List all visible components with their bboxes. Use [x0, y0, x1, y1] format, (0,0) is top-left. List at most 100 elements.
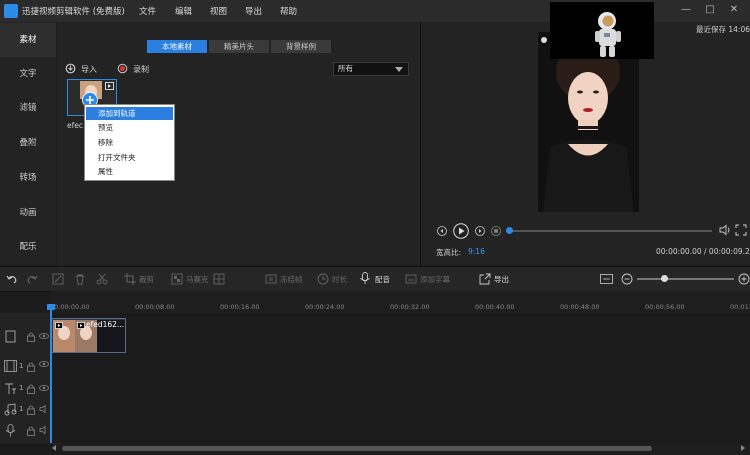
tab-music[interactable]: 配乐 [0, 230, 56, 264]
tab-media[interactable]: 素材 [0, 23, 56, 57]
playback-time: 00:00:00.00 / 00:00:09.26 [656, 247, 750, 256]
current-time: 00:00:00.00 [656, 247, 702, 256]
menu-item-add-to-track[interactable]: 添加到轨道 [86, 107, 173, 120]
mosaic-icon[interactable] [171, 273, 183, 285]
ruler-tick-label: 00:00:56.00 [645, 303, 685, 311]
filter-select[interactable]: 所有 [333, 62, 409, 76]
tab-filter[interactable]: 滤镜 [0, 91, 56, 125]
main-video-track[interactable] [50, 313, 750, 356]
add-subtitle-button[interactable]: 添加字幕 [420, 274, 450, 285]
ruler-tick-label: 00:01:0 [730, 303, 750, 311]
menu-export[interactable]: 导出 [245, 5, 262, 17]
lock-icon[interactable] [26, 361, 36, 372]
menu-item-preview[interactable]: 预览 [86, 121, 173, 134]
filter-select-value: 所有 [338, 64, 353, 73]
scroll-left-icon[interactable] [52, 445, 56, 451]
duration-button[interactable]: 时长 [332, 274, 347, 285]
import-button[interactable]: 导入 [65, 63, 105, 75]
zoom-slider-track[interactable] [637, 278, 734, 280]
zoom-out-icon[interactable] [621, 273, 633, 285]
redo-icon[interactable] [26, 273, 38, 285]
lock-icon[interactable] [26, 383, 36, 394]
export-icon[interactable] [479, 273, 491, 285]
freeze-frame-button[interactable]: 冻结帧 [280, 274, 303, 285]
timeline-scrollbar[interactable] [60, 443, 750, 455]
app-logo-icon [4, 4, 18, 18]
dub-button[interactable]: 配音 [375, 274, 390, 285]
tab-text[interactable]: 文字 [0, 57, 56, 91]
media-clip-name: efec [67, 121, 83, 130]
microphone-icon[interactable] [359, 272, 371, 285]
lock-icon[interactable] [26, 404, 36, 415]
playback-progress-track[interactable] [507, 230, 712, 232]
zoom-slider-handle[interactable] [661, 275, 668, 282]
record-label: 录制 [133, 65, 149, 74]
subtitle-icon[interactable] [405, 273, 417, 285]
timeline-ruler[interactable]: 00:00:00.00 00:00:08.00 00:00:16.00 00:0… [50, 291, 750, 313]
music-track[interactable] [50, 398, 750, 420]
menu-view[interactable]: 视图 [210, 5, 227, 17]
playback-progress-handle[interactable] [506, 227, 513, 234]
duration-clock-icon[interactable] [317, 273, 329, 285]
eye-icon[interactable] [39, 331, 49, 341]
export-button[interactable]: 导出 [494, 274, 509, 285]
tab-transition[interactable]: 转场 [0, 161, 56, 195]
record-button[interactable]: 录制 [117, 63, 157, 75]
volume-icon[interactable] [719, 224, 731, 236]
ruler-tick-label: 00:00:16.00 [220, 303, 260, 311]
timeline-scrollbar-thumb[interactable] [62, 446, 652, 451]
play-button[interactable] [453, 223, 469, 239]
mute-speaker-icon[interactable] [39, 404, 49, 414]
menu-help[interactable]: 帮助 [280, 5, 297, 17]
lock-icon[interactable] [26, 425, 36, 436]
subtab-backgrounds[interactable]: 背景样例 [271, 40, 331, 53]
text-track[interactable] [50, 377, 750, 399]
eye-icon[interactable] [39, 383, 49, 393]
undo-icon[interactable] [6, 273, 18, 285]
eye-icon[interactable] [39, 359, 49, 369]
video-badge-icon [77, 322, 85, 329]
total-time: 00:00:09.26 [708, 247, 750, 256]
video-overlay-track[interactable] [50, 355, 750, 378]
menu-edit[interactable]: 编辑 [175, 5, 192, 17]
timeline-clip-label: efed162... [86, 320, 125, 329]
timeline-video-clip[interactable]: efed162... [51, 318, 126, 353]
tab-overlay[interactable]: 叠附 [0, 126, 56, 160]
stop-icon[interactable] [491, 226, 501, 236]
scroll-right-icon[interactable] [741, 445, 745, 451]
tab-animation[interactable]: 动画 [0, 196, 56, 230]
mute-speaker-icon[interactable] [39, 425, 49, 435]
next-frame-icon[interactable] [475, 226, 485, 236]
ruler-tick-label: 00:00:24.00 [305, 303, 345, 311]
menu-item-open-folder[interactable]: 打开文件夹 [86, 151, 173, 164]
crop-icon[interactable] [124, 273, 136, 285]
minimize-icon[interactable]: — [679, 3, 693, 17]
playhead[interactable] [50, 306, 52, 443]
fullscreen-icon[interactable] [735, 224, 747, 236]
aspect-ratio-label: 宽高比: [436, 248, 462, 257]
split-icon[interactable] [96, 273, 108, 285]
subtab-intros[interactable]: 精美片头 [209, 40, 269, 53]
mosaic-button[interactable]: 马赛克 [186, 274, 209, 285]
menu-item-properties[interactable]: 属性 [86, 165, 173, 178]
mosaic-alt-icon[interactable] [213, 273, 225, 285]
voiceover-track[interactable] [50, 419, 750, 444]
fit-timeline-icon[interactable] [600, 273, 613, 285]
zoom-in-icon[interactable] [738, 273, 750, 285]
previous-frame-icon[interactable] [437, 226, 447, 236]
crop-button[interactable]: 裁剪 [139, 274, 154, 285]
track-number: 1 [19, 362, 24, 370]
playhead-handle[interactable] [47, 304, 55, 310]
menu-item-remove[interactable]: 移除 [86, 136, 173, 149]
astronaut-image [550, 2, 654, 59]
close-icon[interactable]: ✕ [727, 3, 741, 17]
lock-icon[interactable] [26, 331, 36, 342]
aspect-ratio-value[interactable]: 9:16 [468, 247, 485, 256]
subtab-local-media[interactable]: 本地素材 [147, 40, 207, 53]
menu-file[interactable]: 文件 [139, 5, 156, 17]
ruler-tick-label: 00:00:08.00 [135, 303, 175, 311]
maximize-icon[interactable]: □ [703, 3, 717, 17]
edit-icon[interactable] [52, 273, 64, 285]
freeze-frame-icon[interactable] [265, 273, 277, 285]
delete-icon[interactable] [74, 273, 86, 285]
